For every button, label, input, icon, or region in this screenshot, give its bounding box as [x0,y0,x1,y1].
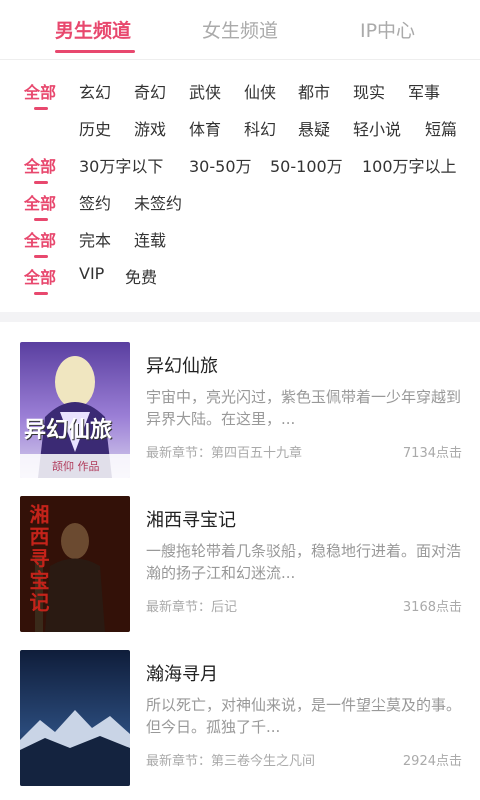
active-tab-indicator [55,50,135,53]
book-click-count: 2924点击 [402,754,462,769]
filter-word-count-option[interactable]: 30-50万 [189,153,252,177]
book-cover-image: 湘西寻宝记 [20,496,130,632]
book-latest-chapter: 最新章节：第四百五十九章 [146,446,303,461]
filter-selected-indicator [34,292,48,295]
book-cover-image: 异幻仙旅 颉仰 作品 [20,342,130,478]
filter-price-option[interactable]: 免费 [125,264,157,288]
filter-finish-option[interactable]: 完本 [79,227,111,251]
book-latest-chapter: 最新章节：后记 [146,600,238,615]
filter-row-genre: 全部 玄幻 奇幻 武侠 仙侠 都市 现实 军事 [0,79,480,110]
filter-sign-option[interactable]: 签约 [79,190,111,214]
book-cover-title: 异幻仙旅 [24,417,113,443]
filter-genre-option[interactable]: 现实 [353,79,385,103]
filter-genre-option[interactable]: 历史 [79,116,111,140]
book-cover-author: 颉仰 作品 [52,460,100,473]
book-click-count: 3168点击 [402,600,462,615]
book-title[interactable]: 湘西寻宝记 [146,506,236,532]
filter-word-count-option[interactable]: 30万字以下 [79,153,163,177]
filter-word-count-option[interactable]: 100万字以上 [362,153,457,177]
filter-genre-option[interactable]: 短篇 [425,116,457,140]
filter-selected-indicator [34,181,48,184]
book-click-count: 7134点击 [402,446,462,461]
filter-genre-option[interactable]: 仙侠 [244,79,276,103]
filter-genre-option[interactable]: 奇幻 [134,79,166,103]
channel-tabs: 男生频道 女生频道 IP中心 [0,0,480,60]
filter-word-count-option[interactable]: 50-100万 [270,153,343,177]
book-title[interactable]: 瀚海寻月 [146,660,218,686]
filter-all-genre[interactable]: 全部 [24,79,56,103]
tab-ip-center[interactable]: IP中心 [360,16,415,43]
filter-row-word-count: 全部 30万字以下 30-50万 50-100万 100万字以上 [0,153,480,184]
filter-finish-option[interactable]: 连载 [134,227,166,251]
book-item[interactable]: 湘西寻宝记 湘西寻宝记 一艘拖轮带着几条驳船，稳稳地行进着。面对浩瀚的扬子江和幻… [0,496,480,636]
section-divider [0,312,480,322]
filter-genre-option[interactable]: 都市 [298,79,330,103]
filter-genre-option[interactable]: 游戏 [134,116,166,140]
book-description: 宇宙中，亮光闪过，紫色玉佩带着一少年穿越到异界大陆。在这里，... [146,388,462,428]
filter-panel: 全部 玄幻 奇幻 武侠 仙侠 都市 现实 军事 历史 游戏 体育 科幻 悬疑 轻… [0,60,480,312]
filter-genre-option[interactable]: 轻小说 [353,116,401,140]
book-title[interactable]: 异幻仙旅 [146,352,218,378]
filter-genre-option[interactable]: 体育 [189,116,221,140]
book-cover-title: 湘西寻宝记 [26,504,50,614]
book-description: 所以死亡，对神仙来说，是一件望尘莫及的事。但今日。孤独了千... [146,696,462,736]
filter-selected-indicator [34,255,48,258]
filter-genre-option[interactable]: 科幻 [244,116,276,140]
filter-genre-option[interactable]: 军事 [408,79,440,103]
filter-genre-option[interactable]: 悬疑 [298,116,330,140]
filter-genre-option[interactable]: 武侠 [189,79,221,103]
filter-price-option[interactable]: VIP [79,264,104,283]
filter-genre-option[interactable]: 玄幻 [79,79,111,103]
filter-row-finish-status: 全部 完本 连载 [0,227,480,258]
book-cover-image [20,650,130,786]
book-item[interactable]: 异幻仙旅 颉仰 作品 异幻仙旅 宇宙中，亮光闪过，紫色玉佩带着一少年穿越到异界大… [0,342,480,482]
filter-all-price[interactable]: 全部 [24,264,56,288]
filter-all-finish-status[interactable]: 全部 [24,227,56,251]
filter-all-sign-status[interactable]: 全部 [24,190,56,214]
filter-row-price: 全部 VIP 免费 [0,264,480,295]
filter-row-sign-status: 全部 签约 未签约 [0,190,480,221]
tab-male-channel[interactable]: 男生频道 [55,16,131,43]
filter-row-genre-more: 历史 游戏 体育 科幻 悬疑 轻小说 短篇 [0,116,480,146]
filter-all-word-count[interactable]: 全部 [24,153,56,177]
filter-selected-indicator [34,218,48,221]
tab-female-channel[interactable]: 女生频道 [202,16,278,43]
book-item[interactable]: 瀚海寻月 所以死亡，对神仙来说，是一件望尘莫及的事。但今日。孤独了千... 最新… [0,650,480,790]
book-description: 一艘拖轮带着几条驳船，稳稳地行进着。面对浩瀚的扬子江和幻迷流... [146,542,462,582]
book-latest-chapter: 最新章节：第三卷今生之凡间 [146,754,316,769]
filter-sign-option[interactable]: 未签约 [134,190,182,214]
filter-selected-indicator [34,107,48,110]
